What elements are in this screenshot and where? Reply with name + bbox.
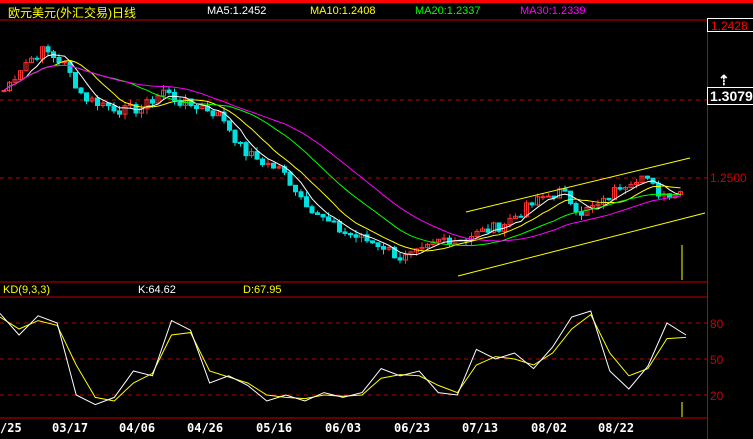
candlestick <box>166 89 172 93</box>
ma5-line <box>3 54 681 256</box>
candlestick <box>117 110 122 115</box>
candlestick <box>370 240 375 244</box>
kd-d-line <box>0 313 687 402</box>
candlestick <box>298 191 304 198</box>
kd-level-20: 20 <box>710 389 724 403</box>
candlestick <box>342 231 348 235</box>
candlestick <box>210 110 216 117</box>
candlestick <box>150 99 155 104</box>
date-label: 04/06 <box>119 421 156 435</box>
kd-k-value: K:64.62 <box>138 284 176 296</box>
candlestick <box>45 46 51 53</box>
candlestick <box>260 158 265 166</box>
candlestick <box>194 105 199 110</box>
candlestick <box>397 257 403 261</box>
candlestick <box>95 97 100 107</box>
candlestick <box>518 215 524 218</box>
candlestick <box>243 142 249 157</box>
ma20-line <box>3 64 681 247</box>
candlestick <box>315 212 320 215</box>
date-label: 04/26 <box>187 421 224 435</box>
date-label: 05/16 <box>256 421 293 435</box>
candlestick <box>337 220 342 233</box>
candlestick <box>84 92 89 102</box>
date-label: 08/02 <box>531 421 568 435</box>
date-label: 06/03 <box>325 421 362 435</box>
candlestick <box>562 188 568 192</box>
kd-k-line <box>0 310 687 406</box>
kd-d-value: D:67.95 <box>243 284 282 296</box>
candlestick <box>254 151 260 160</box>
candlestick <box>529 202 535 206</box>
candlestick <box>540 196 546 199</box>
candlestick <box>353 234 359 238</box>
candlestick <box>381 246 386 250</box>
candlestick <box>227 120 232 131</box>
date-label: 03/17 <box>52 421 89 435</box>
candlestick <box>320 213 326 218</box>
candlestick <box>232 129 238 143</box>
kd-level-80: 80 <box>710 317 724 331</box>
candlestick <box>304 196 309 208</box>
candlestick <box>1 90 7 93</box>
candlestick <box>579 211 584 216</box>
cursor-arrow-icon: ⇡ <box>718 72 730 88</box>
candlestick <box>78 87 84 94</box>
date-label: 07/13 <box>462 421 499 435</box>
candlestick <box>293 184 298 193</box>
candlestick <box>606 197 612 201</box>
chart-canvas[interactable] <box>0 0 753 439</box>
candlestick <box>375 242 381 248</box>
candlestick <box>617 187 623 190</box>
candlestick <box>238 141 243 144</box>
candlestick <box>546 195 551 198</box>
candlestick <box>348 233 353 236</box>
candlestick <box>309 206 315 214</box>
candlestick <box>111 105 117 112</box>
candlestick <box>271 162 276 169</box>
date-label: 08/22 <box>598 421 635 435</box>
candlestick <box>485 228 491 233</box>
price-level-label: 1.2500 <box>710 171 747 185</box>
candlestick <box>331 220 337 223</box>
candlestick <box>34 57 40 60</box>
candlestick <box>73 71 78 89</box>
current-price-label: 1.2428 <box>707 18 753 33</box>
candlestick <box>287 171 293 186</box>
cursor-price-label: 1.3079 <box>707 87 753 105</box>
kd-title: KD(9,3,3) <box>3 284 51 296</box>
date-label: 06/23 <box>394 421 431 435</box>
kd-level-50: 50 <box>710 353 724 367</box>
forex-chart-window: 欧元美元(外汇交易)日线 MA5:1.2452 MA10:1.2408 MA20… <box>0 0 753 439</box>
candlestick <box>568 190 573 205</box>
date-label: /25 <box>0 421 22 435</box>
candlestick <box>56 57 62 64</box>
candlestick <box>645 175 650 179</box>
candlestick <box>326 216 331 222</box>
candlestick <box>573 203 579 213</box>
